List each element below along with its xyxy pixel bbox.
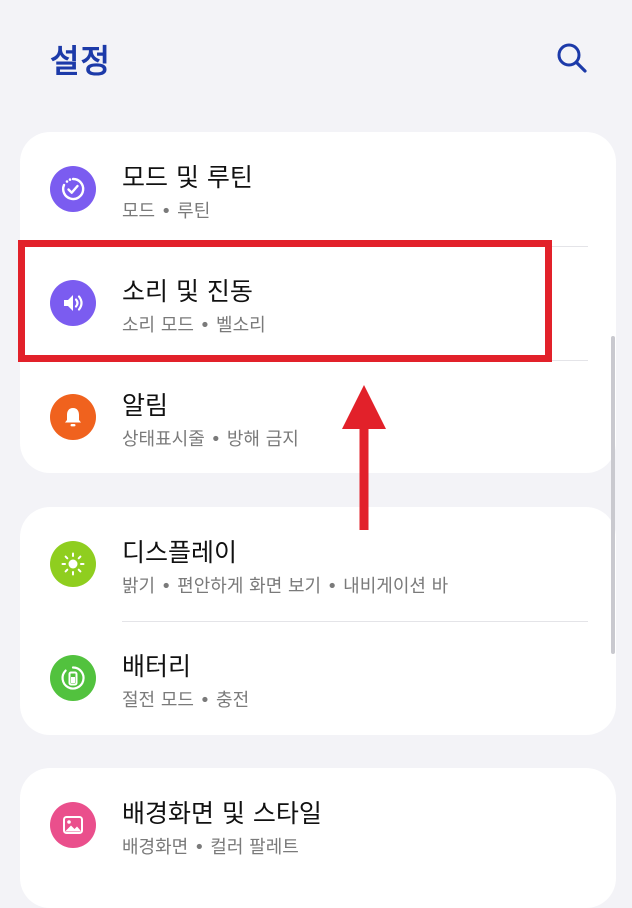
item-subtitle: 밝기 • 편안하게 화면 보기 • 내비게이션 바 — [122, 576, 449, 597]
settings-item-wallpaper-style[interactable]: 배경화면 및 스타일 배경화면 • 컬러 팔레트 — [20, 768, 616, 882]
item-subtitle: 모드 • 루틴 — [122, 201, 211, 222]
item-subtitle: 절전 모드 • 충전 — [122, 690, 250, 711]
item-subtitle: 상태표시줄 • 방해 금지 — [122, 429, 299, 450]
settings-item-display[interactable]: 디스플레이 밝기 • 편안하게 화면 보기 • 내비게이션 바 — [20, 507, 616, 621]
page-title: 설정 — [50, 42, 111, 80]
item-title: 모드 및 루틴 — [122, 163, 253, 192]
speaker-icon — [50, 280, 96, 326]
image-icon — [50, 802, 96, 848]
search-icon — [557, 43, 587, 73]
item-title: 알림 — [122, 391, 169, 420]
routine-icon — [50, 166, 96, 212]
battery-icon — [50, 655, 96, 701]
item-title: 소리 및 진동 — [122, 277, 253, 306]
sun-icon — [50, 541, 96, 587]
item-subtitle: 소리 모드 • 벨소리 — [122, 315, 266, 336]
search-button[interactable] — [554, 40, 590, 76]
settings-item-notifications[interactable]: 알림 상태표시줄 • 방해 금지 — [20, 360, 616, 474]
settings-card-2: 디스플레이 밝기 • 편안하게 화면 보기 • 내비게이션 바 배터리 절전 모… — [20, 507, 616, 735]
bell-icon — [50, 394, 96, 440]
item-title: 디스플레이 — [122, 538, 238, 567]
item-title: 배터리 — [122, 652, 192, 681]
scrollbar[interactable] — [611, 336, 615, 654]
item-subtitle: 배경화면 • 컬러 팔레트 — [122, 837, 299, 858]
settings-item-sound-vibration[interactable]: 소리 및 진동 소리 모드 • 벨소리 — [20, 246, 616, 360]
settings-card-3: 배경화면 및 스타일 배경화면 • 컬러 팔레트 — [20, 768, 616, 908]
settings-item-modes-routines[interactable]: 모드 및 루틴 모드 • 루틴 — [20, 132, 616, 246]
settings-card-1: 모드 및 루틴 모드 • 루틴 소리 및 진동 소리 모드 • 벨소리 알림 상… — [20, 132, 616, 473]
item-title: 배경화면 및 스타일 — [122, 799, 322, 828]
settings-item-battery[interactable]: 배터리 절전 모드 • 충전 — [20, 621, 616, 735]
